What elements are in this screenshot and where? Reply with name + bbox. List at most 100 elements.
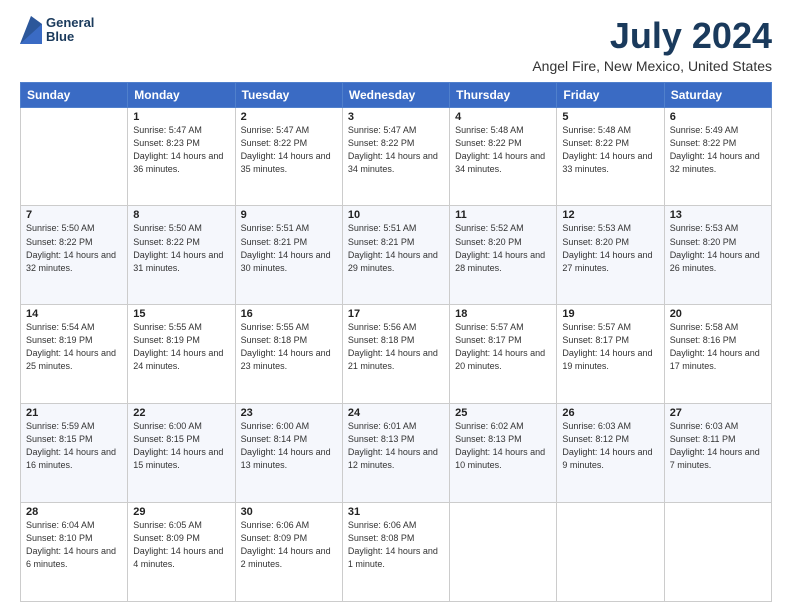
- day-number: 17: [348, 308, 444, 320]
- logo-line1: General: [46, 16, 94, 30]
- calendar-cell: 13Sunrise: 5:53 AM Sunset: 8:20 PM Dayli…: [664, 206, 771, 305]
- calendar-week-row: 21Sunrise: 5:59 AM Sunset: 8:15 PM Dayli…: [21, 404, 772, 503]
- calendar-cell: 23Sunrise: 6:00 AM Sunset: 8:14 PM Dayli…: [235, 404, 342, 503]
- calendar-header-row: SundayMondayTuesdayWednesdayThursdayFrid…: [21, 82, 772, 107]
- calendar-cell: [664, 503, 771, 602]
- day-number: 18: [455, 308, 551, 320]
- day-number: 9: [241, 209, 337, 221]
- calendar-cell: 5Sunrise: 5:48 AM Sunset: 8:22 PM Daylig…: [557, 107, 664, 206]
- day-number: 25: [455, 407, 551, 419]
- calendar-day-header: Friday: [557, 82, 664, 107]
- calendar-cell: 10Sunrise: 5:51 AM Sunset: 8:21 PM Dayli…: [342, 206, 449, 305]
- day-number: 19: [562, 308, 658, 320]
- calendar-cell: 22Sunrise: 6:00 AM Sunset: 8:15 PM Dayli…: [128, 404, 235, 503]
- day-number: 24: [348, 407, 444, 419]
- day-number: 23: [241, 407, 337, 419]
- calendar-day-header: Saturday: [664, 82, 771, 107]
- day-number: 27: [670, 407, 766, 419]
- calendar-cell: 29Sunrise: 6:05 AM Sunset: 8:09 PM Dayli…: [128, 503, 235, 602]
- calendar-week-row: 7Sunrise: 5:50 AM Sunset: 8:22 PM Daylig…: [21, 206, 772, 305]
- calendar-cell: 11Sunrise: 5:52 AM Sunset: 8:20 PM Dayli…: [450, 206, 557, 305]
- day-info: Sunrise: 5:51 AM Sunset: 8:21 PM Dayligh…: [241, 222, 337, 274]
- calendar-cell: 3Sunrise: 5:47 AM Sunset: 8:22 PM Daylig…: [342, 107, 449, 206]
- day-number: 3: [348, 111, 444, 123]
- calendar-week-row: 28Sunrise: 6:04 AM Sunset: 8:10 PM Dayli…: [21, 503, 772, 602]
- day-number: 11: [455, 209, 551, 221]
- day-number: 5: [562, 111, 658, 123]
- day-info: Sunrise: 5:53 AM Sunset: 8:20 PM Dayligh…: [562, 222, 658, 274]
- day-number: 20: [670, 308, 766, 320]
- calendar-cell: 8Sunrise: 5:50 AM Sunset: 8:22 PM Daylig…: [128, 206, 235, 305]
- calendar-day-header: Sunday: [21, 82, 128, 107]
- day-number: 8: [133, 209, 229, 221]
- calendar-cell: [557, 503, 664, 602]
- day-info: Sunrise: 5:58 AM Sunset: 8:16 PM Dayligh…: [670, 321, 766, 373]
- day-info: Sunrise: 5:51 AM Sunset: 8:21 PM Dayligh…: [348, 222, 444, 274]
- day-info: Sunrise: 6:06 AM Sunset: 8:09 PM Dayligh…: [241, 519, 337, 571]
- logo: General Blue: [20, 16, 94, 45]
- logo-line2: Blue: [46, 30, 94, 44]
- day-info: Sunrise: 6:06 AM Sunset: 8:08 PM Dayligh…: [348, 519, 444, 571]
- calendar-cell: 18Sunrise: 5:57 AM Sunset: 8:17 PM Dayli…: [450, 305, 557, 404]
- day-info: Sunrise: 5:50 AM Sunset: 8:22 PM Dayligh…: [26, 222, 122, 274]
- calendar-day-header: Tuesday: [235, 82, 342, 107]
- day-info: Sunrise: 5:59 AM Sunset: 8:15 PM Dayligh…: [26, 420, 122, 472]
- calendar-cell: 28Sunrise: 6:04 AM Sunset: 8:10 PM Dayli…: [21, 503, 128, 602]
- calendar-cell: 12Sunrise: 5:53 AM Sunset: 8:20 PM Dayli…: [557, 206, 664, 305]
- day-number: 26: [562, 407, 658, 419]
- day-number: 14: [26, 308, 122, 320]
- day-info: Sunrise: 6:03 AM Sunset: 8:12 PM Dayligh…: [562, 420, 658, 472]
- day-info: Sunrise: 5:48 AM Sunset: 8:22 PM Dayligh…: [455, 124, 551, 176]
- calendar-cell: 15Sunrise: 5:55 AM Sunset: 8:19 PM Dayli…: [128, 305, 235, 404]
- day-number: 2: [241, 111, 337, 123]
- day-info: Sunrise: 5:57 AM Sunset: 8:17 PM Dayligh…: [562, 321, 658, 373]
- page: General Blue July 2024 Angel Fire, New M…: [0, 0, 792, 612]
- subtitle: Angel Fire, New Mexico, United States: [532, 58, 772, 74]
- day-number: 21: [26, 407, 122, 419]
- calendar-cell: 27Sunrise: 6:03 AM Sunset: 8:11 PM Dayli…: [664, 404, 771, 503]
- day-number: 30: [241, 506, 337, 518]
- calendar-cell: 26Sunrise: 6:03 AM Sunset: 8:12 PM Dayli…: [557, 404, 664, 503]
- calendar-cell: 1Sunrise: 5:47 AM Sunset: 8:23 PM Daylig…: [128, 107, 235, 206]
- calendar-cell: 24Sunrise: 6:01 AM Sunset: 8:13 PM Dayli…: [342, 404, 449, 503]
- day-info: Sunrise: 6:02 AM Sunset: 8:13 PM Dayligh…: [455, 420, 551, 472]
- day-info: Sunrise: 5:54 AM Sunset: 8:19 PM Dayligh…: [26, 321, 122, 373]
- day-info: Sunrise: 6:04 AM Sunset: 8:10 PM Dayligh…: [26, 519, 122, 571]
- calendar-cell: 25Sunrise: 6:02 AM Sunset: 8:13 PM Dayli…: [450, 404, 557, 503]
- day-number: 16: [241, 308, 337, 320]
- day-info: Sunrise: 5:48 AM Sunset: 8:22 PM Dayligh…: [562, 124, 658, 176]
- day-number: 12: [562, 209, 658, 221]
- calendar-cell: 17Sunrise: 5:56 AM Sunset: 8:18 PM Dayli…: [342, 305, 449, 404]
- day-info: Sunrise: 6:00 AM Sunset: 8:14 PM Dayligh…: [241, 420, 337, 472]
- calendar-table: SundayMondayTuesdayWednesdayThursdayFrid…: [20, 82, 772, 602]
- calendar-day-header: Thursday: [450, 82, 557, 107]
- day-info: Sunrise: 6:05 AM Sunset: 8:09 PM Dayligh…: [133, 519, 229, 571]
- calendar-cell: 20Sunrise: 5:58 AM Sunset: 8:16 PM Dayli…: [664, 305, 771, 404]
- logo-icon: [20, 16, 42, 44]
- day-info: Sunrise: 5:47 AM Sunset: 8:22 PM Dayligh…: [348, 124, 444, 176]
- day-info: Sunrise: 6:00 AM Sunset: 8:15 PM Dayligh…: [133, 420, 229, 472]
- day-number: 6: [670, 111, 766, 123]
- calendar-cell: 31Sunrise: 6:06 AM Sunset: 8:08 PM Dayli…: [342, 503, 449, 602]
- calendar-cell: 2Sunrise: 5:47 AM Sunset: 8:22 PM Daylig…: [235, 107, 342, 206]
- calendar-week-row: 1Sunrise: 5:47 AM Sunset: 8:23 PM Daylig…: [21, 107, 772, 206]
- day-number: 28: [26, 506, 122, 518]
- calendar-cell: 7Sunrise: 5:50 AM Sunset: 8:22 PM Daylig…: [21, 206, 128, 305]
- day-info: Sunrise: 5:55 AM Sunset: 8:19 PM Dayligh…: [133, 321, 229, 373]
- calendar-cell: 21Sunrise: 5:59 AM Sunset: 8:15 PM Dayli…: [21, 404, 128, 503]
- calendar-cell: 4Sunrise: 5:48 AM Sunset: 8:22 PM Daylig…: [450, 107, 557, 206]
- day-info: Sunrise: 5:56 AM Sunset: 8:18 PM Dayligh…: [348, 321, 444, 373]
- day-number: 29: [133, 506, 229, 518]
- calendar-cell: [450, 503, 557, 602]
- calendar-day-header: Wednesday: [342, 82, 449, 107]
- day-number: 13: [670, 209, 766, 221]
- day-number: 4: [455, 111, 551, 123]
- day-number: 7: [26, 209, 122, 221]
- logo-text: General Blue: [46, 16, 94, 45]
- day-info: Sunrise: 5:52 AM Sunset: 8:20 PM Dayligh…: [455, 222, 551, 274]
- title-block: July 2024 Angel Fire, New Mexico, United…: [532, 16, 772, 74]
- main-title: July 2024: [532, 16, 772, 56]
- day-info: Sunrise: 5:55 AM Sunset: 8:18 PM Dayligh…: [241, 321, 337, 373]
- calendar-cell: 16Sunrise: 5:55 AM Sunset: 8:18 PM Dayli…: [235, 305, 342, 404]
- calendar-day-header: Monday: [128, 82, 235, 107]
